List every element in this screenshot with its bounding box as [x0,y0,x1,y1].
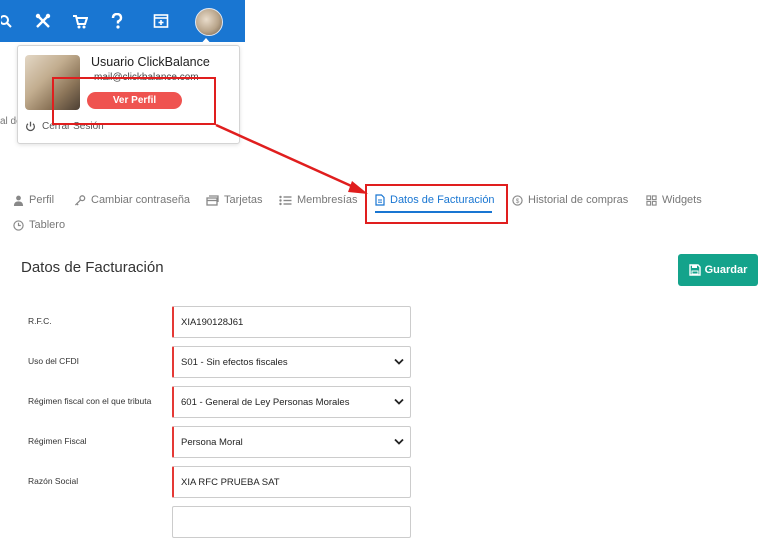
tab-label: Tarjetas [224,194,263,206]
annotation-box-tab [365,184,508,224]
save-button[interactable]: Guardar [678,254,758,286]
form-row-regimen-tributa: Régimen fiscal con el que tributa 601 - … [0,386,781,418]
chevron-down-icon [394,398,404,405]
next-field-input[interactable] [172,506,411,538]
tab-label: Membresías [297,194,358,206]
grid-icon [646,194,657,206]
uso-cfdi-value: S01 - Sin efectos fiscales [181,356,288,368]
tab-label: Tablero [29,219,66,231]
tab-widgets[interactable]: Widgets [646,194,702,206]
tab-cambiar-contrasena[interactable]: Cambiar contraseña [74,194,190,206]
key-icon [74,194,86,206]
person-icon [13,195,24,206]
rfc-input[interactable]: XIA190128J61 [172,306,411,338]
regimen-tributa-label: Régimen fiscal con el que tributa [28,396,152,406]
regimen-tributa-select[interactable]: 601 - General de Ley Personas Morales [172,386,411,418]
tab-perfil[interactable]: Perfil [13,194,54,206]
regimen-fiscal-select[interactable]: Persona Moral [172,426,411,458]
regimen-fiscal-label: Régimen Fiscal [28,436,87,446]
save-button-label: Guardar [704,264,748,276]
form-row-uso-cfdi: Uso del CFDI S01 - Sin efectos fiscales [0,346,781,378]
uso-cfdi-label: Uso del CFDI [28,356,80,366]
form-row-rfc: R.F.C. XIA190128J61 [0,306,781,338]
tab-membresias[interactable]: Membresías [279,194,358,206]
tab-historial-de-compras[interactable]: $ Historial de compras [512,194,628,206]
razon-social-input[interactable]: XIA RFC PRUEBA SAT [172,466,411,498]
regimen-tributa-value: 601 - General de Ley Personas Morales [181,396,350,408]
regimen-fiscal-value: Persona Moral [181,436,243,448]
form-row-next [0,506,781,538]
chevron-down-icon [394,438,404,445]
chevron-down-icon [394,358,404,365]
page-title: Datos de Facturación [21,259,164,276]
razon-social-label: Razón Social [28,476,79,486]
tab-tablero[interactable]: Tablero [13,219,65,231]
save-icon [688,264,701,276]
form-row-regimen-fiscal: Régimen Fiscal Persona Moral [0,426,781,458]
tab-tarjetas[interactable]: Tarjetas [206,194,263,206]
tab-label: Cambiar contraseña [91,194,191,206]
svg-text:$: $ [516,197,520,204]
cards-icon [206,194,219,206]
tab-label: Perfil [29,194,55,206]
clock-icon [13,219,24,231]
tab-label: Widgets [662,194,702,206]
tab-label: Historial de compras [528,194,629,206]
razon-social-value: XIA RFC PRUEBA SAT [181,476,280,488]
dollar-icon: $ [512,194,523,206]
list-icon [279,195,292,205]
uso-cfdi-select[interactable]: S01 - Sin efectos fiscales [172,346,411,378]
form-row-razon-social: Razón Social XIA RFC PRUEBA SAT [0,466,781,498]
rfc-label: R.F.C. [28,316,52,326]
rfc-value: XIA190128J61 [181,316,244,328]
